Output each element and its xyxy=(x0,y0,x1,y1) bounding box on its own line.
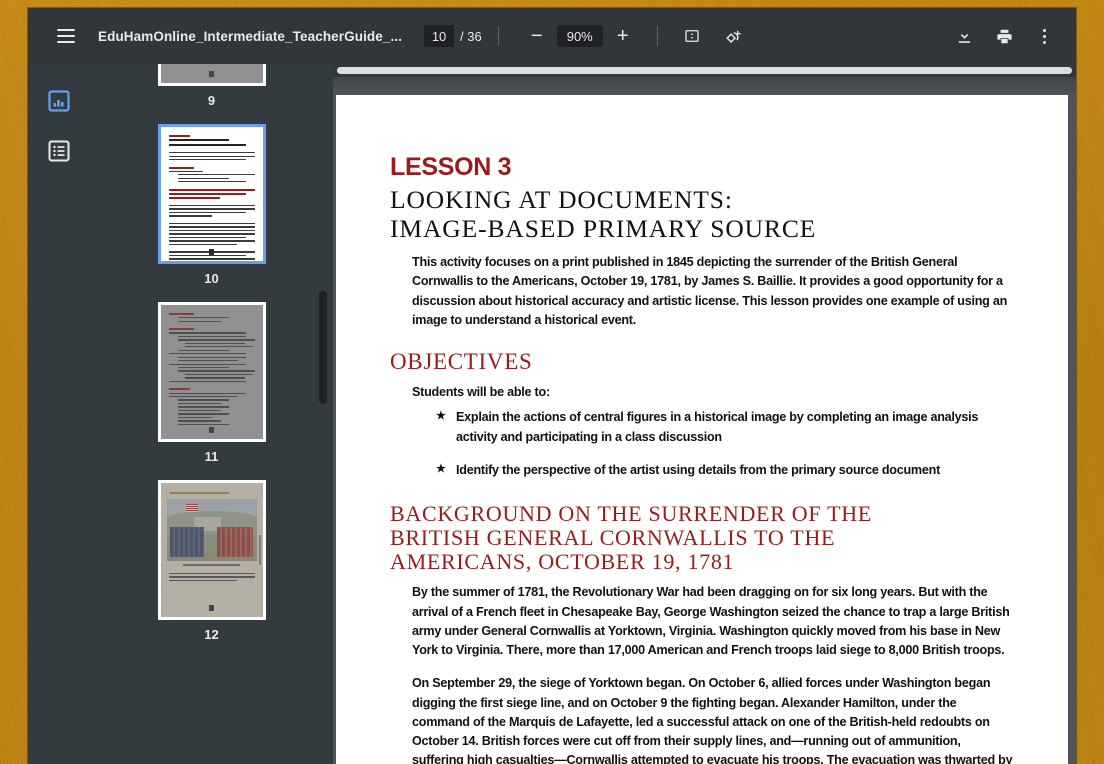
page-navigation: / 36 − 90% + xyxy=(424,18,752,54)
zoom-level-value[interactable]: 90% xyxy=(556,25,603,47)
thumbnail-page-12[interactable] xyxy=(157,480,266,620)
pdf-viewer-window: EduHamOnline_Intermediate_TeacherGuide_.… xyxy=(28,8,1076,764)
zoom-in-button[interactable]: + xyxy=(605,18,641,54)
thumbnail-item[interactable]: 9 xyxy=(157,64,266,122)
download-icon[interactable] xyxy=(946,18,982,54)
thumbnails-icon[interactable] xyxy=(46,88,72,114)
page-total-label: / 36 xyxy=(460,28,482,44)
objectives-lead: Students will be able to: xyxy=(412,384,550,399)
lesson-kicker: LESSON 3 xyxy=(390,153,512,181)
background-heading-line3: AMERICANS, OCTOBER 19, 1781 xyxy=(390,548,735,574)
thumbnail-item[interactable]: 11 xyxy=(157,302,266,478)
background-heading-line1: BACKGROUND ON THE SURRENDER OF THE xyxy=(390,501,872,527)
page-title-line2: IMAGE-BASED PRIMARY SOURCE xyxy=(390,213,817,243)
zoom-out-button[interactable]: − xyxy=(519,18,555,54)
thumbnail-page-11[interactable] xyxy=(157,302,266,442)
objective-text: Explain the actions of central figures i… xyxy=(456,410,979,444)
rotate-icon[interactable] xyxy=(716,18,752,54)
print-icon[interactable] xyxy=(986,18,1022,54)
thumbnail-page-9[interactable] xyxy=(157,64,266,86)
zoom-out-label: − xyxy=(530,25,543,47)
toolbar-divider-2 xyxy=(656,26,658,46)
sidebar-rail xyxy=(28,64,90,764)
zoom-in-label: + xyxy=(616,25,629,47)
thumbnail-number: 11 xyxy=(204,449,219,464)
thumbnail-scrollbar[interactable] xyxy=(318,64,329,764)
thumbnail-number: 9 xyxy=(207,93,216,108)
hamburger-menu-icon[interactable] xyxy=(48,18,84,54)
thumbnail-number: 10 xyxy=(204,271,219,286)
star-icon: ★ xyxy=(436,462,446,475)
page-title-line1: LOOKING AT DOCUMENTS: xyxy=(390,185,733,214)
thumbnail-item[interactable]: 10 xyxy=(157,124,266,300)
thumbnail-item[interactable]: 12 xyxy=(157,480,266,656)
pdf-toolbar: EduHamOnline_Intermediate_TeacherGuide_.… xyxy=(28,8,1076,64)
document-viewport[interactable]: LESSON 3 LOOKING AT DOCUMENTS: IMAGE-BAS… xyxy=(333,64,1076,764)
more-options-icon[interactable] xyxy=(1026,18,1062,54)
thumbnail-page-10[interactable] xyxy=(157,124,266,264)
horizontal-scrollbar[interactable] xyxy=(333,64,1076,77)
thumbnail-number: 12 xyxy=(204,627,219,642)
list-item: ★ Identify the perspective of the artist… xyxy=(436,461,1014,480)
viewer-body: 9 10 11 12 LESSON 3 LOOKING AT DOCUMENTS… xyxy=(28,64,1076,764)
background-paragraph-1: By the summer of 1781, the Revolutionary… xyxy=(412,585,1010,658)
page-number-input[interactable] xyxy=(424,25,455,47)
background-heading-line2: BRITISH GENERAL CORNWALLIS TO THE xyxy=(390,524,836,550)
document-title: EduHamOnline_Intermediate_TeacherGuide_.… xyxy=(98,28,403,44)
objectives-list: ★ Explain the actions of central figures… xyxy=(436,408,1014,480)
thumbnail-scrollbar-thumb[interactable] xyxy=(319,291,327,404)
thumbnail-list: 9 10 11 12 xyxy=(90,64,333,678)
intro-paragraph: This activity focuses on a print publish… xyxy=(412,255,1008,327)
objective-text: Identify the perspective of the artist u… xyxy=(456,462,941,477)
star-icon: ★ xyxy=(436,410,446,423)
pdf-page-content: LESSON 3 LOOKING AT DOCUMENTS: IMAGE-BAS… xyxy=(336,95,1068,764)
fit-to-page-icon[interactable] xyxy=(674,18,710,54)
toolbar-divider-1 xyxy=(497,26,499,46)
background-paragraph-2: On September 29, the siege of Yorktown b… xyxy=(412,676,1013,764)
objectives-heading: OBJECTIVES xyxy=(390,349,533,375)
thumbnail-panel[interactable]: 9 10 11 12 xyxy=(90,64,333,764)
list-item: ★ Explain the actions of central figures… xyxy=(436,408,1014,447)
document-outline-icon[interactable] xyxy=(46,138,72,164)
page-gap-shadow xyxy=(333,77,1076,95)
